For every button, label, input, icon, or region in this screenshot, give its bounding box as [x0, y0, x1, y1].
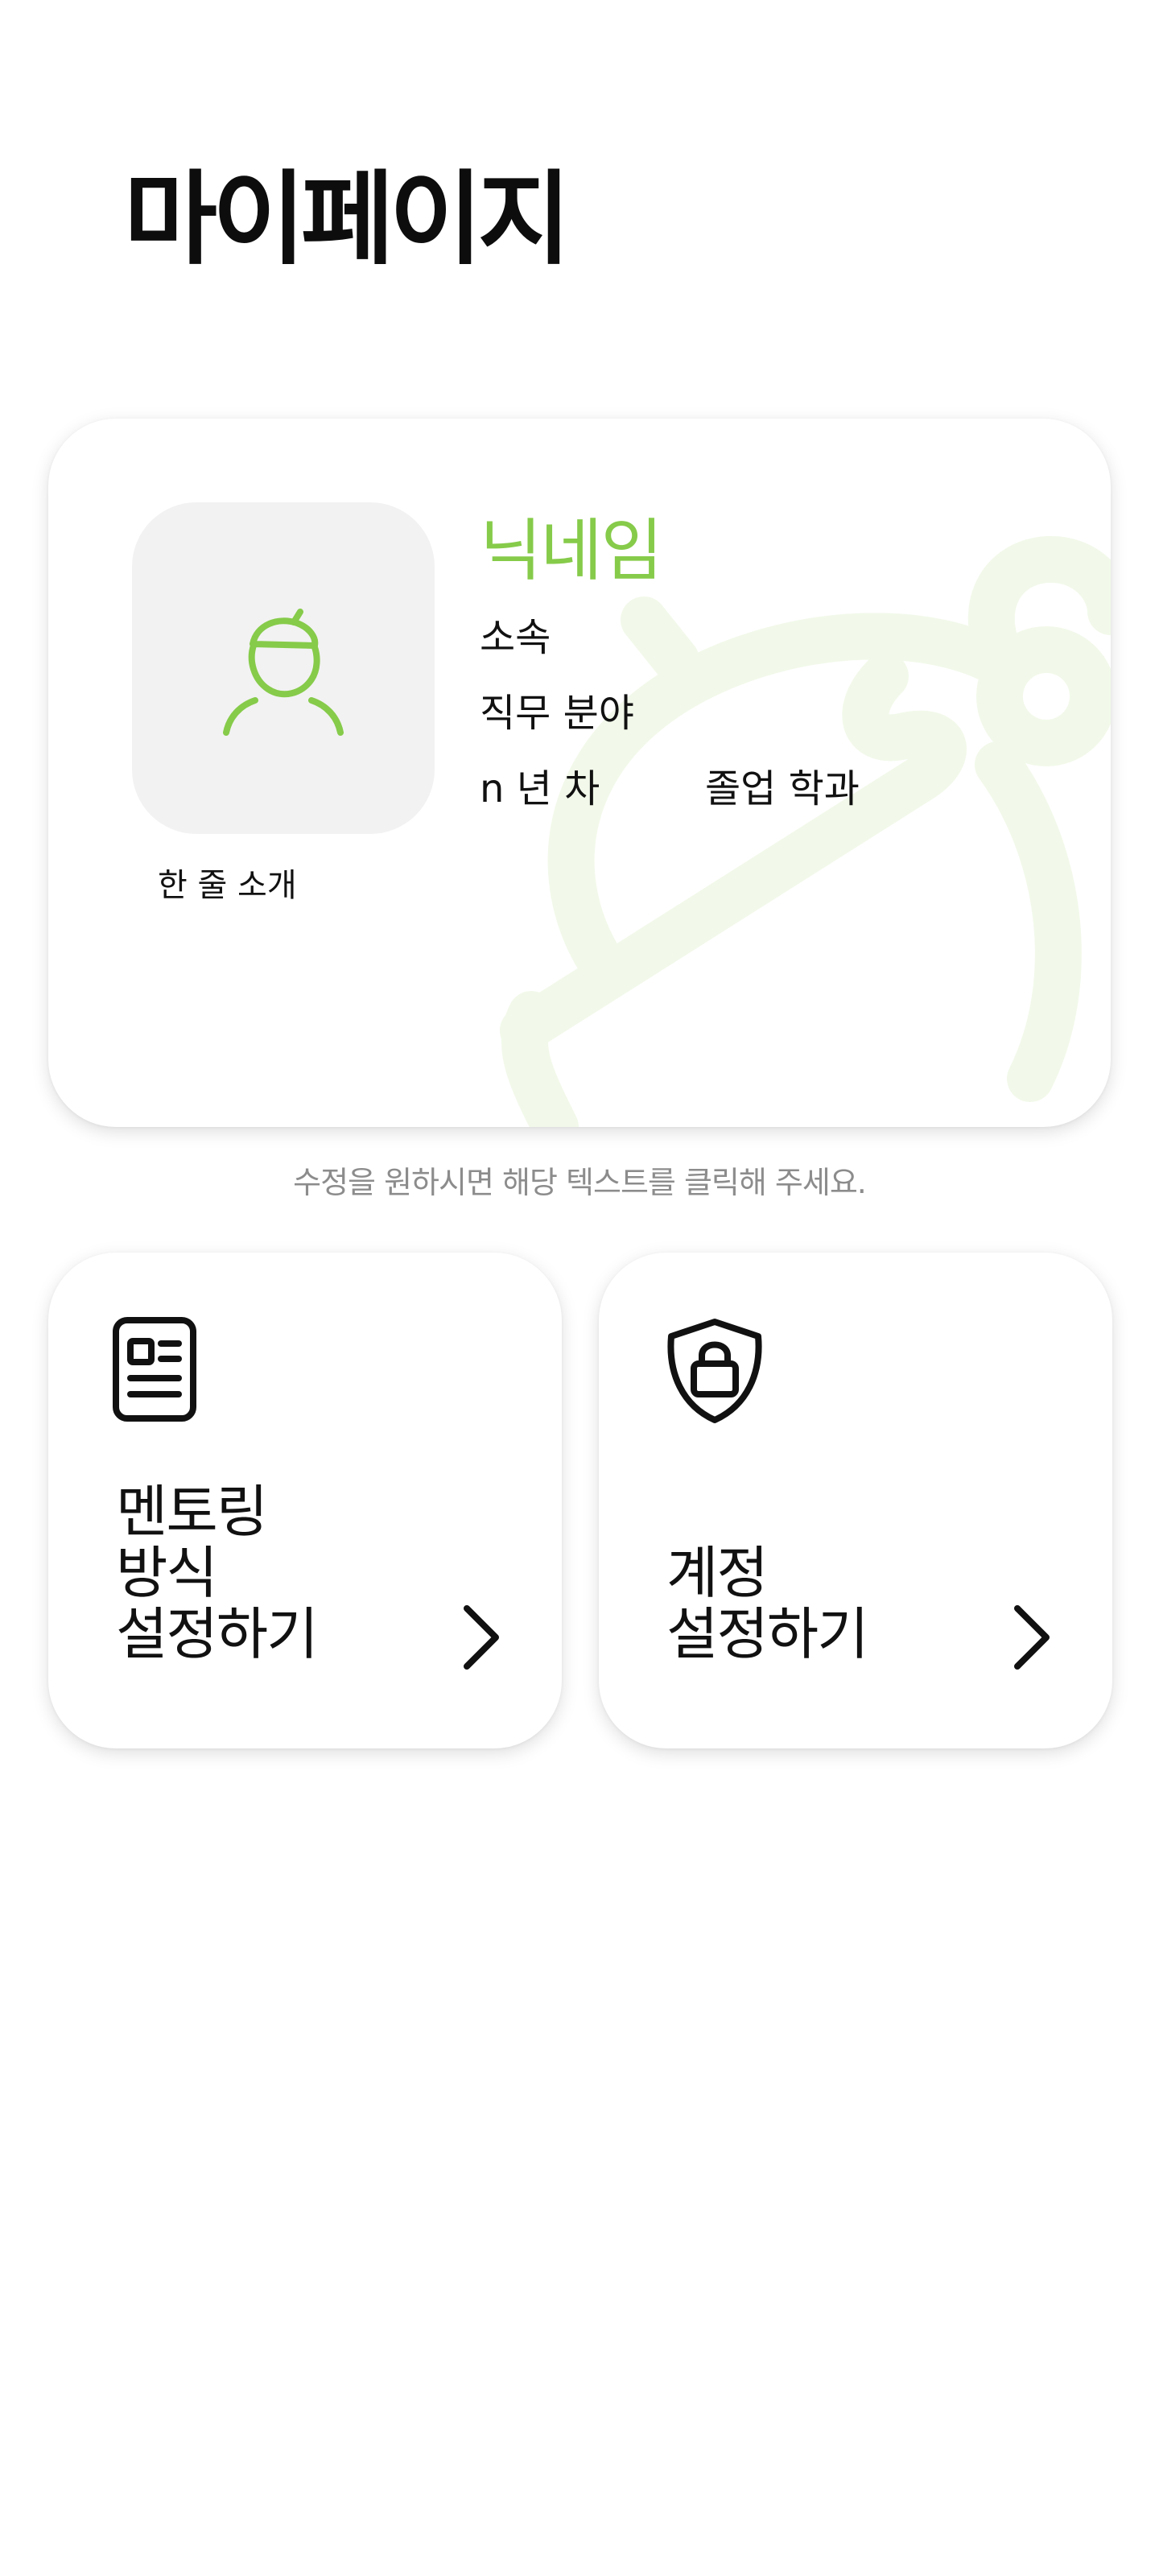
edit-hint: 수정을 원하시면 해당 텍스트를 클릭해 주세요. — [293, 1165, 867, 1200]
profile-years[interactable]: n 년 차 — [480, 766, 600, 813]
chevron-right-icon — [1014, 1605, 1050, 1670]
profile-job-field[interactable]: 직무 분야 — [480, 691, 634, 737]
account-settings-card[interactable]: 계정 설정하기 — [599, 1253, 1112, 1748]
profile-bio[interactable]: 한 줄 소개 — [158, 866, 297, 905]
profile-nickname[interactable]: 닉네임 — [480, 514, 663, 588]
mentoring-settings-card[interactable]: 멘토링 방식 설정하기 — [48, 1253, 562, 1748]
shield-lock-icon — [667, 1319, 762, 1423]
document-icon — [113, 1317, 196, 1422]
profile-card: 한 줄 소개 닉네임 소속 직무 분야 n 년 차 졸업 학과 — [48, 419, 1111, 1127]
chevron-right-icon — [464, 1605, 499, 1670]
profile-major[interactable]: 졸업 학과 — [705, 766, 860, 813]
profile-affiliation[interactable]: 소속 — [480, 615, 551, 662]
profile-avatar[interactable] — [132, 502, 435, 834]
page-title: 마이페이지 — [124, 160, 571, 279]
account-settings-label: 계정 설정하기 — [666, 1540, 869, 1667]
user-acorn-icon — [223, 609, 344, 736]
mentoring-settings-label: 멘토링 방식 설정하기 — [116, 1479, 319, 1667]
